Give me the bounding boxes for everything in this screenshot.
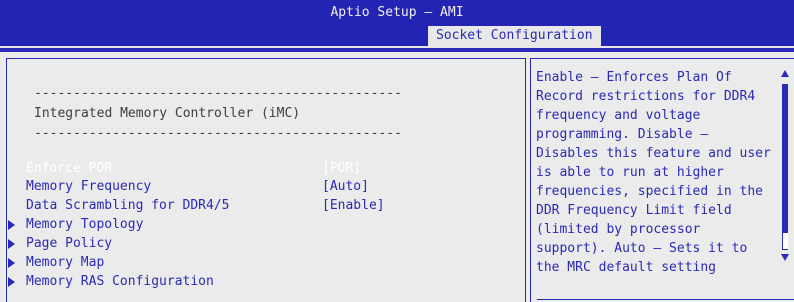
separator-bottom: ----------------------------------------… (34, 126, 402, 141)
submenu-arrow-icon (8, 258, 15, 268)
help-line: DDR Frequency Limit field (536, 203, 732, 218)
section-title: Integrated Memory Controller (iMC) (34, 106, 301, 121)
help-line: the MRC default setting (536, 260, 717, 275)
help-line: programming. Disable – (536, 127, 709, 142)
submenu-label: Memory Map (26, 255, 105, 270)
app-title: Aptio Setup – AMI (330, 5, 464, 20)
help-text: Enable – Enforces Plan Of Record restric… (536, 68, 774, 277)
help-line: (limited by processor (536, 222, 701, 237)
help-line: support). Auto – Sets it to (536, 241, 748, 256)
tab-socket-configuration[interactable]: Socket Configuration (428, 26, 601, 46)
setting-label: Data Scrambling for DDR4/5 (26, 198, 230, 213)
help-line: frequency and voltage (536, 108, 701, 123)
scroll-track[interactable] (782, 84, 788, 250)
submenu-arrow-icon (8, 239, 15, 249)
scroll-thumb[interactable] (782, 233, 788, 249)
help-line: Disables this feature and user (536, 146, 771, 161)
setting-value: [Enable] (322, 198, 385, 213)
help-line: is able to run at higher (536, 165, 724, 180)
setting-label: Memory Frequency (26, 179, 152, 194)
setting-label: Enforce POR (26, 161, 113, 176)
setting-value: [Auto] (322, 179, 369, 194)
setting-value: [POR] (322, 161, 362, 176)
submenu-arrow-icon (8, 220, 15, 230)
submenu-label: Memory Topology (26, 217, 144, 232)
scroll-up-arrow-icon[interactable] (781, 70, 789, 77)
scroll-down-arrow-icon[interactable] (781, 254, 789, 261)
help-line: Enable – Enforces Plan Of (536, 70, 732, 85)
tab-underline (0, 46, 794, 48)
title-bar: Aptio Setup – AMI Socket Configuration (0, 0, 794, 48)
submenu-arrow-icon (8, 277, 15, 287)
submenu-label: Page Policy (26, 236, 113, 251)
help-line: frequencies, specified in the (536, 184, 763, 199)
submenu-label: Memory RAS Configuration (26, 274, 214, 289)
help-scrollbar[interactable] (778, 68, 792, 266)
help-line: Record restrictions for DDR4 (536, 89, 756, 104)
help-divider (537, 299, 794, 300)
separator-top: ----------------------------------------… (34, 86, 402, 101)
